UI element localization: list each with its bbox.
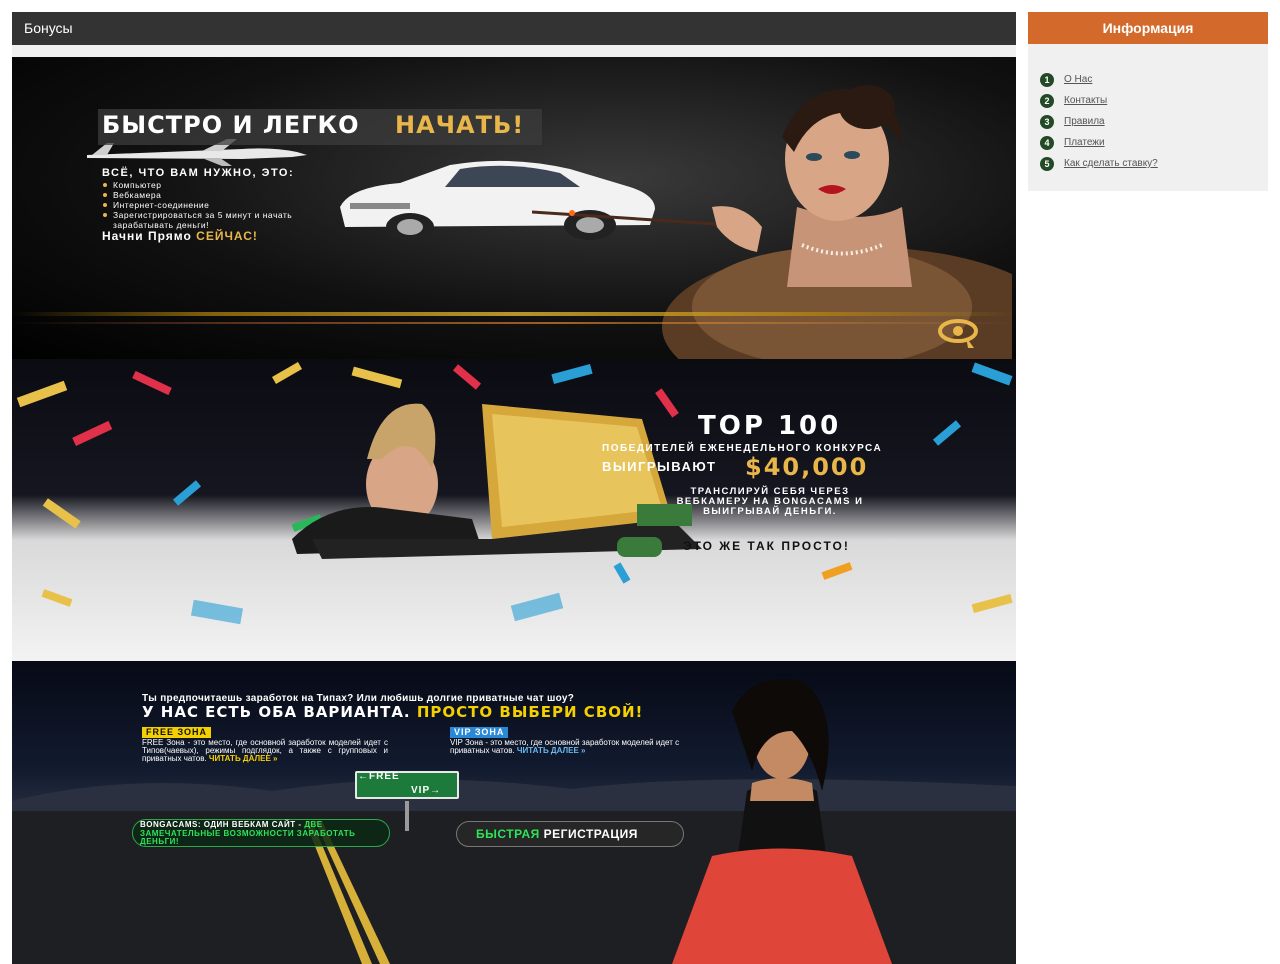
road-light-streak	[12, 322, 1016, 324]
registration-green: БЫСТРАЯ	[476, 827, 540, 841]
number-badge: 1	[1040, 72, 1054, 87]
free-zone-read-more-link[interactable]: ЧИТАТЬ ДАЛЕЕ »	[209, 754, 278, 763]
gold-emblem-icon	[938, 319, 978, 348]
requirements-list: Компьютер Вебкамера Интернет-соединение …	[102, 180, 322, 230]
sidebar-title: Информация	[1028, 12, 1268, 44]
about-link[interactable]: О Нас	[1064, 74, 1092, 85]
vip-zone-tag: VIP ЗОНА	[450, 727, 509, 738]
top-100-heading: TOP 100	[698, 411, 842, 441]
free-zone-tag: FREE ЗОНА	[142, 727, 212, 738]
banner-top-100-contest[interactable]: TOP 100 ПОБЕДИТЕЛЕЙ ЕЖЕНЕДЕЛЬНОГО КОНКУР…	[12, 359, 1016, 661]
vip-zone-description: VIP Зона - это место, где основной зараб…	[450, 739, 700, 755]
sidebar-links: 1 О Нас 2 Контакты 3 Правила 4 Платежи 5…	[1040, 69, 1158, 174]
page-title: Бонусы	[12, 12, 1016, 45]
sidebar-item-contacts[interactable]: 2 Контакты	[1040, 90, 1158, 111]
sidebar-item-payments[interactable]: 4 Платежи	[1040, 132, 1158, 153]
quick-registration-label[interactable]: БЫСТРАЯ РЕГИСТРАЦИЯ	[476, 827, 638, 841]
banner-free-vip-zones[interactable]: Ты предпочитаешь заработок на Типах? Или…	[12, 661, 1016, 964]
start-now-cta: Начни Прямо СЕЙЧАС!	[102, 229, 258, 243]
how-to-bet-link[interactable]: Как сделать ставку?	[1064, 158, 1158, 169]
sidebar-item-about[interactable]: 1 О Нас	[1040, 69, 1158, 90]
payments-link[interactable]: Платежи	[1064, 137, 1105, 148]
road-sign-free: ←FREE	[358, 771, 400, 782]
promo-text: BONGACAMS: ОДИН ВЕБКАМ САЙТ - ДВЕ ЗАМЕЧА…	[140, 820, 390, 847]
cta-gold: СЕЙЧАС!	[196, 229, 258, 243]
number-badge: 2	[1040, 93, 1054, 108]
number-badge: 5	[1040, 156, 1054, 171]
list-item: Вебкамера	[102, 190, 322, 200]
header-divider	[12, 45, 1016, 57]
list-item: Зарегистрироваться за 5 минут и начать з…	[102, 210, 322, 230]
sidebar-item-how-to-bet[interactable]: 5 Как сделать ставку?	[1040, 153, 1158, 174]
list-item: Интернет-соединение	[102, 200, 322, 210]
number-badge: 4	[1040, 135, 1054, 150]
road-sign-post	[405, 801, 409, 831]
banner-quick-start[interactable]: БЫСТРО И ЛЕГКО НАЧАТЬ! ВСЁ, ЧТО ВАМ НУЖН…	[12, 57, 1016, 359]
rules-link[interactable]: Правила	[1064, 116, 1105, 127]
win-text: ВЫИГРЫВАЮТ	[602, 459, 717, 474]
free-zone-description: FREE Зона - это место, где основной зара…	[142, 739, 388, 763]
sidebar-item-rules[interactable]: 3 Правила	[1040, 111, 1158, 132]
number-badge: 3	[1040, 114, 1054, 129]
zones-headline: У НАС ЕСТЬ ОБА ВАРИАНТА. ПРОСТО ВЫБЕРИ С…	[142, 703, 643, 721]
stream-description: ТРАНСЛИРУЙ СЕБЯ ЧЕРЕЗ ВЕБКАМЕРУ НА BONGA…	[676, 486, 864, 517]
vip-zone-read-more-link[interactable]: ЧИТАТЬ ДАЛЕЕ »	[517, 746, 586, 755]
prize-amount: $40,000	[745, 453, 869, 481]
zones-headline-yellow: ПРОСТО ВЫБЕРИ СВОЙ!	[416, 703, 644, 721]
list-item: Компьютер	[102, 180, 322, 190]
cta-white: Начни Прямо	[102, 229, 192, 243]
its-easy-text: ЭТО ЖЕ ТАК ПРОСТО!	[683, 539, 850, 553]
headline-white: БЫСТРО И ЛЕГКО	[102, 111, 360, 139]
road-sign-vip: VIP→	[411, 785, 442, 796]
headline-gold: НАЧАТЬ!	[395, 111, 525, 139]
sidebar-info-panel: 1 О Нас 2 Контакты 3 Правила 4 Платежи 5…	[1028, 44, 1268, 191]
contacts-link[interactable]: Контакты	[1064, 95, 1107, 106]
registration-white: РЕГИСТРАЦИЯ	[543, 827, 638, 841]
road-light-streak	[12, 312, 1016, 316]
requirements-heading: ВСЁ, ЧТО ВАМ НУЖНО, ЭТО:	[102, 167, 295, 179]
zones-headline-white: У НАС ЕСТЬ ОБА ВАРИАНТА.	[142, 703, 411, 721]
